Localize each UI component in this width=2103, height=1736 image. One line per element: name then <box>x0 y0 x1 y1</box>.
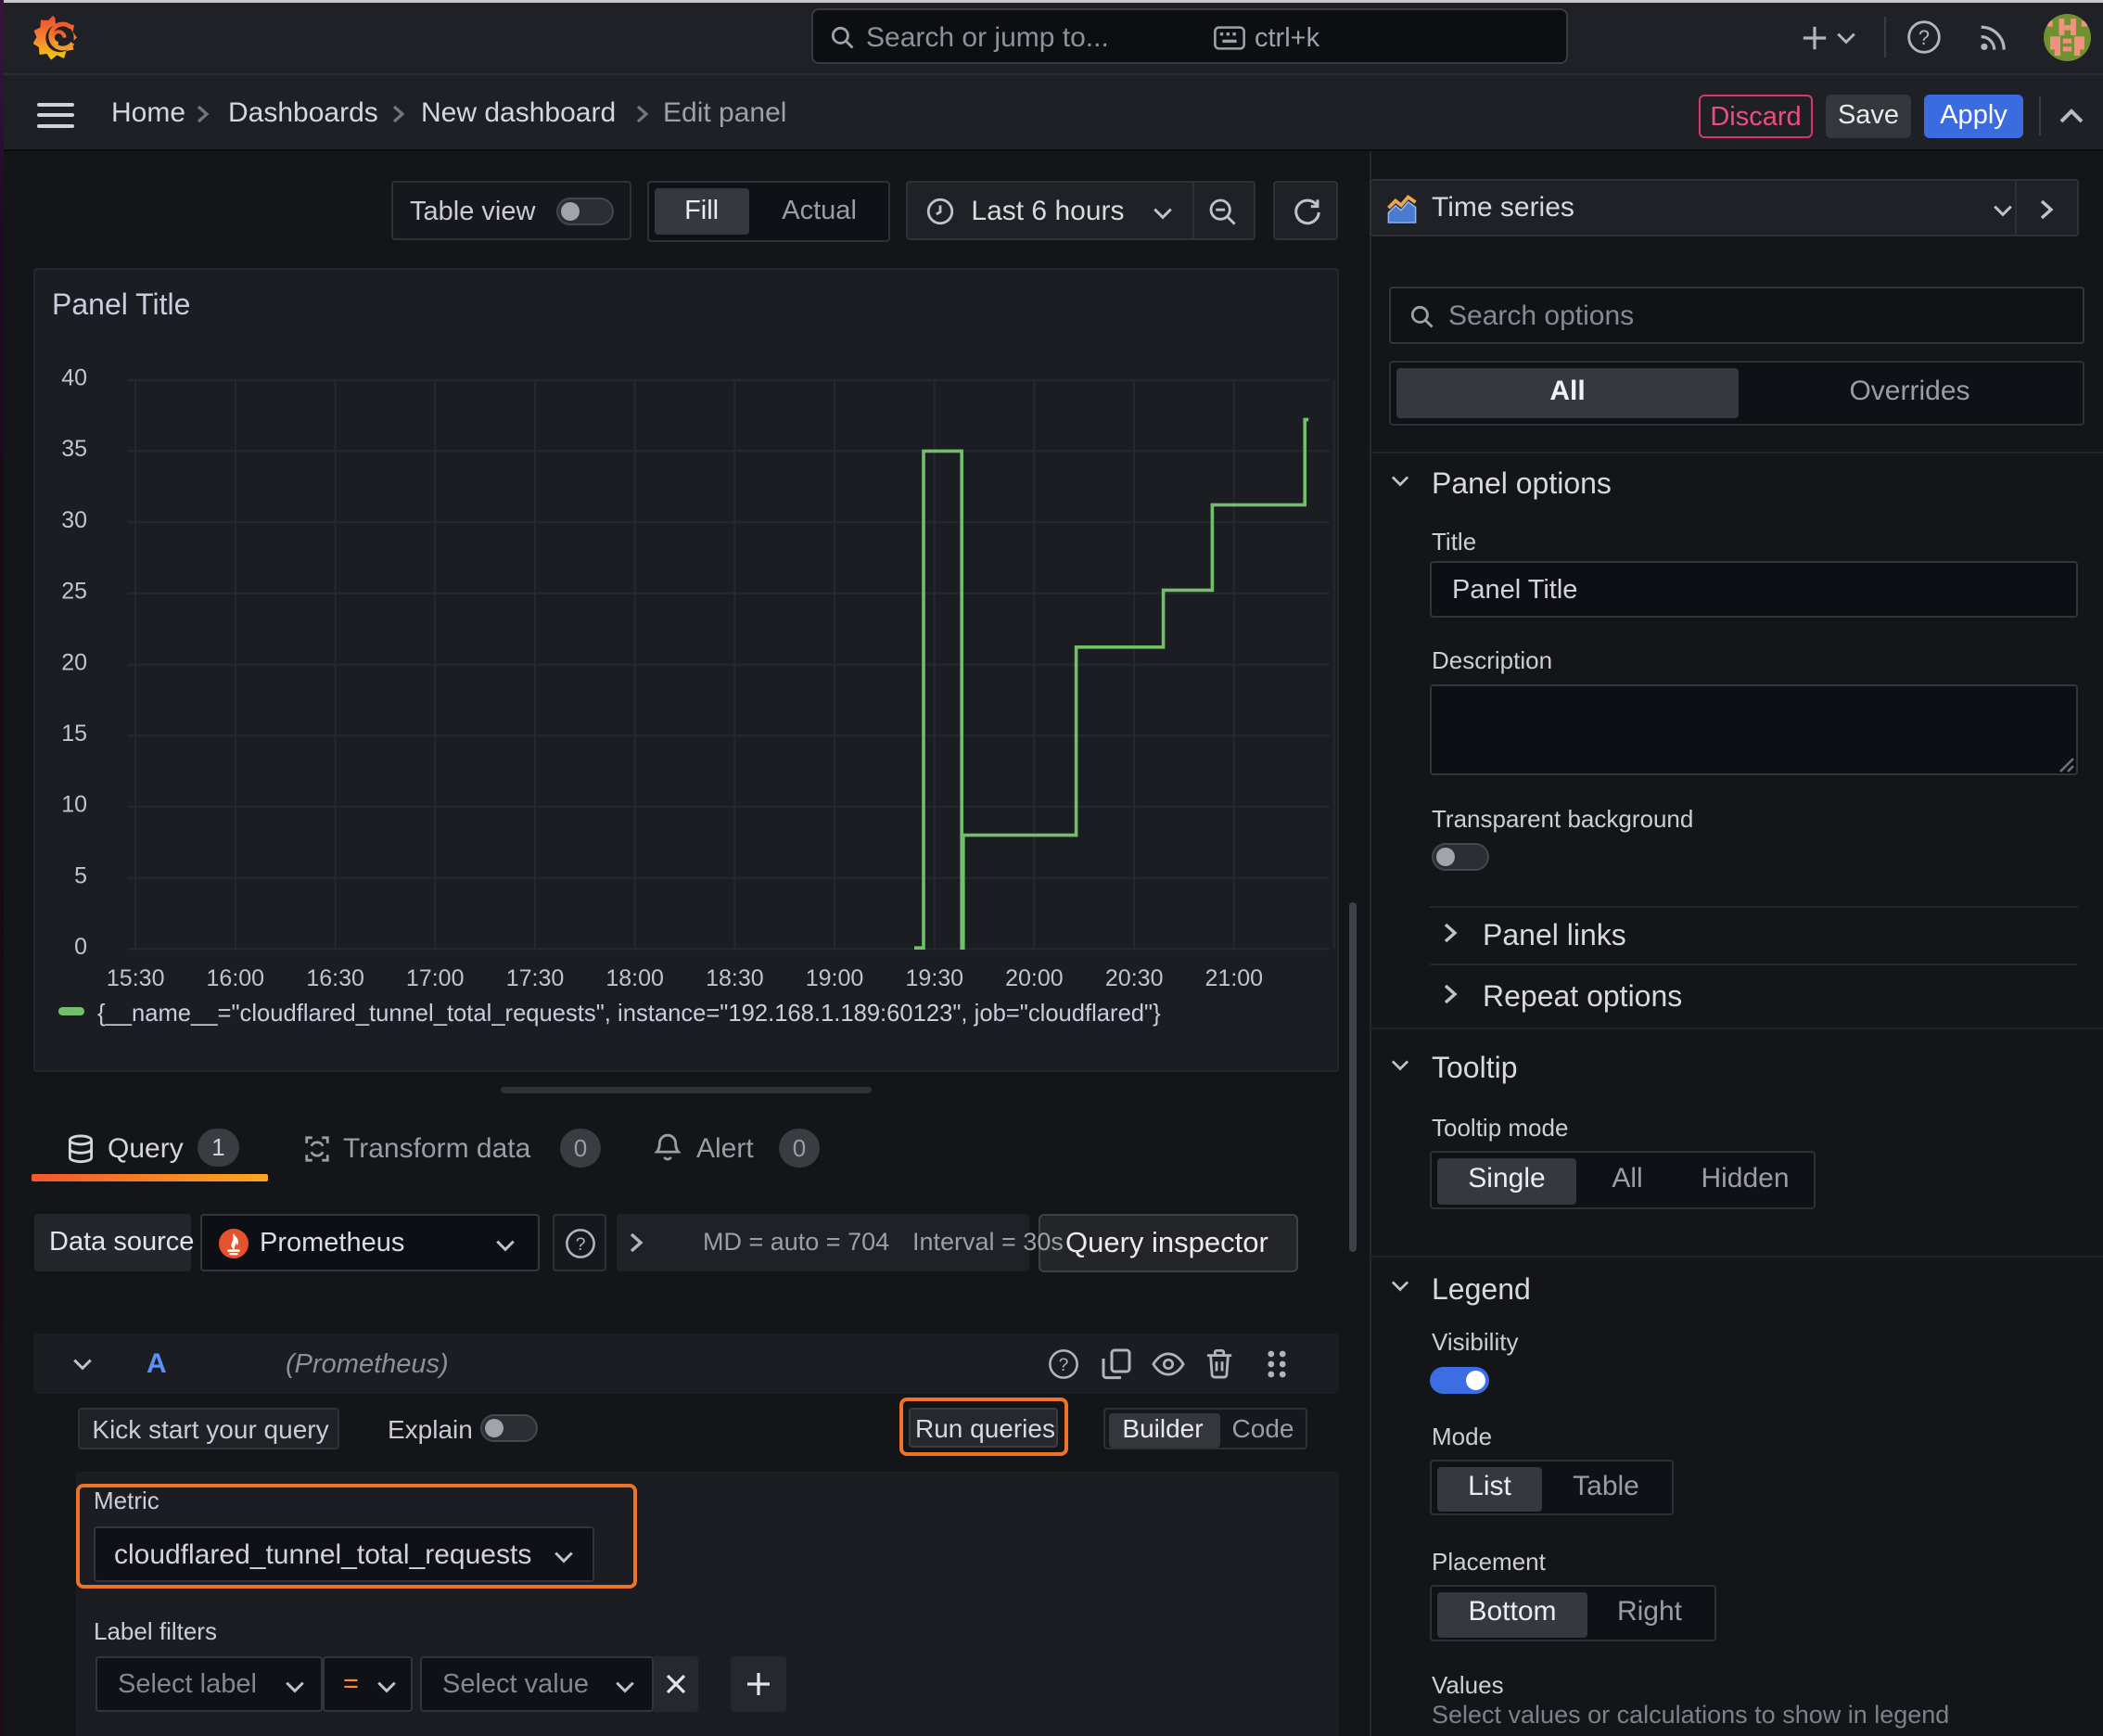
svg-text:?: ? <box>1918 26 1930 49</box>
svg-text:{__name__="cloudflared_tunnel_: {__name__="cloudflared_tunnel_total_requ… <box>97 1001 1161 1027</box>
svg-text:40: 40 <box>61 365 87 391</box>
svg-text:0: 0 <box>74 934 87 960</box>
svg-text:10: 10 <box>61 792 87 818</box>
svg-text:15: 15 <box>61 721 87 747</box>
svg-text:16:00: 16:00 <box>207 965 265 991</box>
svg-text:18:30: 18:30 <box>706 965 764 991</box>
svg-text:17:30: 17:30 <box>506 965 565 991</box>
svg-text:35: 35 <box>61 436 87 462</box>
svg-text:21:00: 21:00 <box>1205 965 1264 991</box>
svg-text:17:00: 17:00 <box>406 965 465 991</box>
svg-text:20:00: 20:00 <box>1005 965 1064 991</box>
svg-text:?: ? <box>1059 1355 1069 1375</box>
svg-text:19:30: 19:30 <box>906 965 964 991</box>
svg-text:16:30: 16:30 <box>306 965 364 991</box>
svg-text:?: ? <box>576 1234 586 1255</box>
svg-text:5: 5 <box>74 862 87 888</box>
svg-text:20: 20 <box>61 649 87 675</box>
svg-text:15:30: 15:30 <box>107 965 165 991</box>
svg-text:30: 30 <box>61 507 87 533</box>
svg-text:19:00: 19:00 <box>806 965 864 991</box>
svg-text:18:00: 18:00 <box>605 965 664 991</box>
svg-text:20:30: 20:30 <box>1105 965 1164 991</box>
svg-text:25: 25 <box>61 579 87 605</box>
